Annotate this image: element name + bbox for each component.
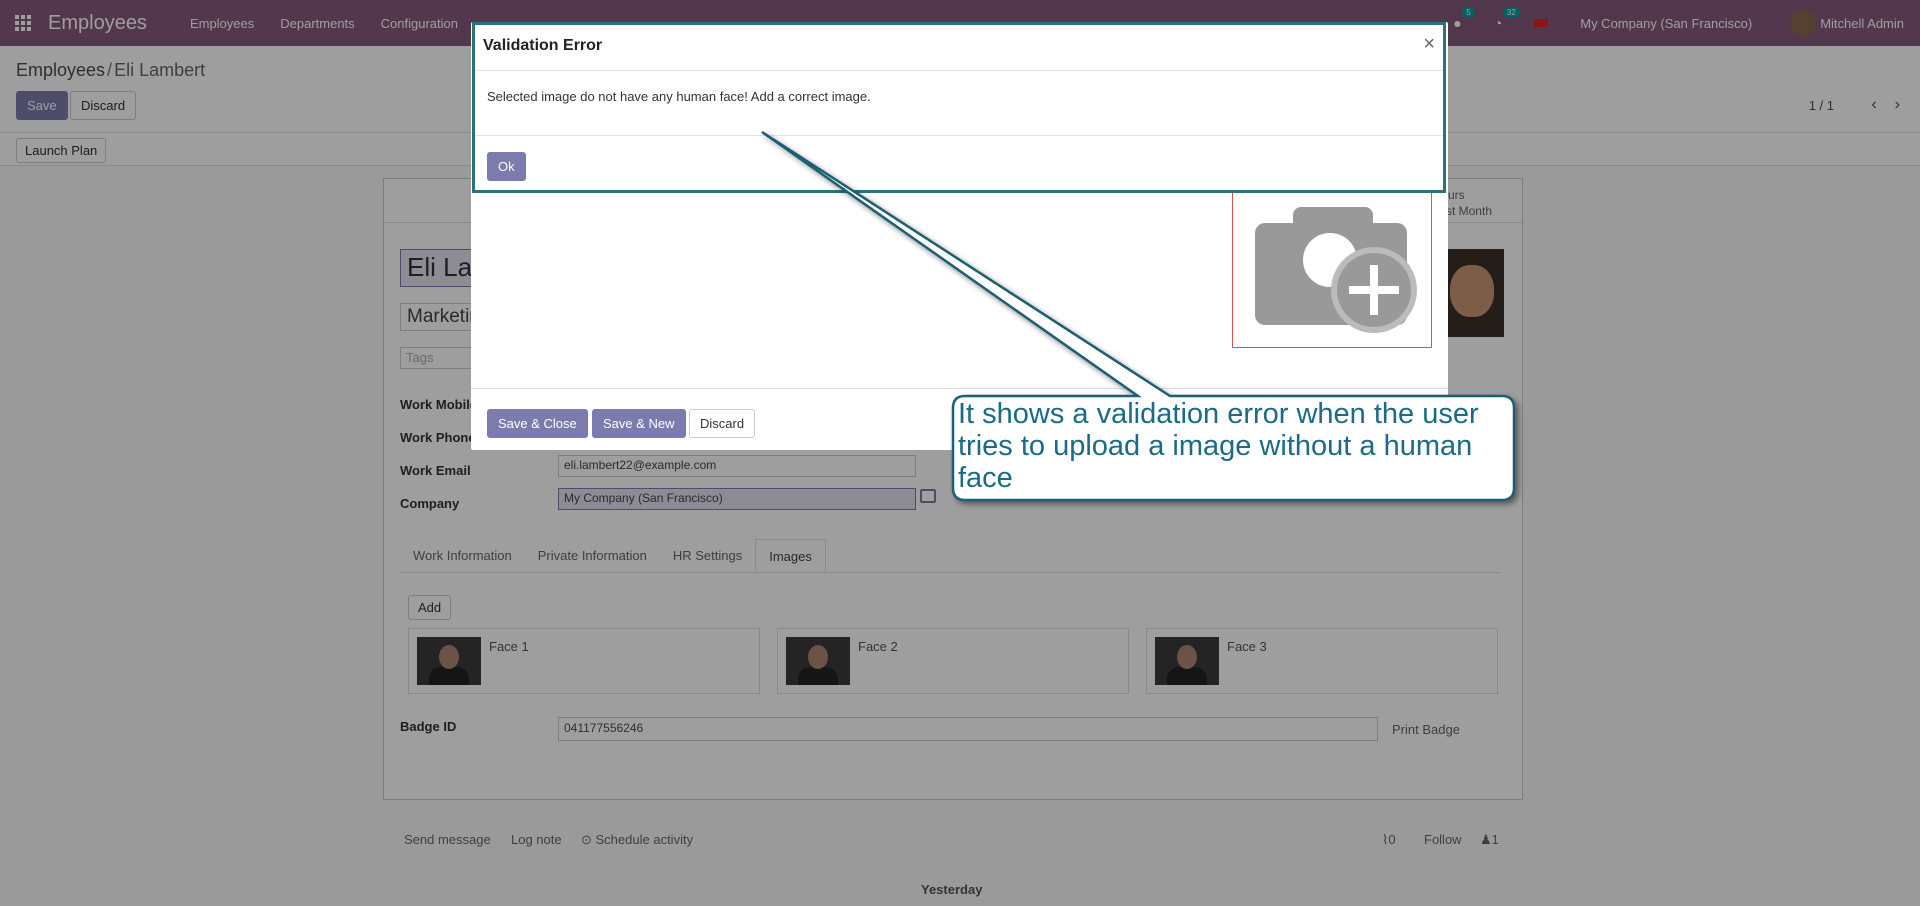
dialog-discard-button[interactable]: Discard — [689, 409, 756, 438]
save-new-button[interactable]: Save & New — [592, 409, 686, 438]
error-message: Selected image do not have any human fac… — [487, 89, 871, 104]
callout-text: It shows a validation error when the use… — [958, 398, 1479, 494]
dialog-footer: Ok — [475, 135, 1443, 190]
dialog-header: Validation Error × — [475, 25, 1443, 71]
validation-error-dialog: Validation Error × Selected image do not… — [472, 22, 1446, 193]
save-close-button[interactable]: Save & Close — [487, 409, 588, 438]
ok-button[interactable]: Ok — [487, 152, 526, 181]
close-icon[interactable]: × — [1423, 33, 1435, 56]
image-upload-field[interactable] — [1232, 186, 1432, 348]
dialog-title: Validation Error — [483, 37, 603, 54]
